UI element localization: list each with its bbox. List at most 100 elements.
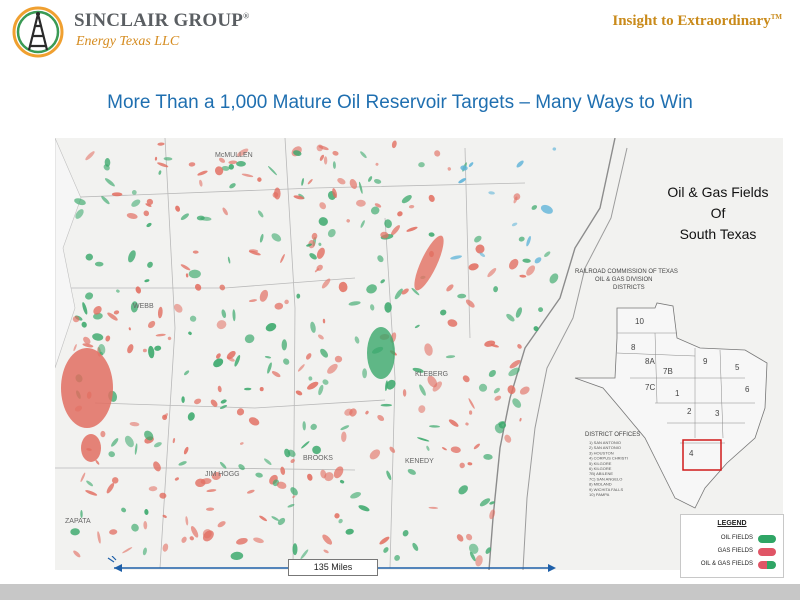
field-polygon [310, 423, 317, 430]
field-polygon [220, 399, 227, 404]
district-number: 8 [631, 343, 636, 352]
field-polygon [426, 445, 430, 451]
county-label-kleberg: KLEBERG [415, 371, 448, 378]
field-polygon [127, 344, 134, 354]
field-polygon [116, 289, 120, 293]
rrc-title-line-2: OIL & GAS DIVISION [595, 277, 652, 283]
field-polygon [445, 355, 456, 359]
field-polygon [236, 408, 245, 416]
legend-item-oil: OIL FIELDS [687, 534, 779, 544]
field-polygon [401, 195, 412, 204]
field-polygon [122, 547, 133, 554]
field-polygon [434, 150, 441, 157]
field-polygon [178, 461, 187, 466]
scale-bar-label: 135 Miles [288, 559, 378, 576]
field-polygon [308, 376, 313, 381]
field-polygon [284, 299, 289, 305]
field-polygon [366, 284, 377, 294]
field-polygon [236, 161, 246, 167]
field-polygon [368, 176, 373, 182]
field-polygon [157, 142, 165, 146]
field-polygon [466, 533, 473, 541]
field-polygon [327, 228, 336, 238]
field-polygon [467, 462, 473, 466]
field-polygon [153, 461, 161, 472]
field-polygon [248, 299, 258, 303]
field-polygon [552, 147, 557, 151]
field-polygon [142, 348, 147, 353]
scale-bar: 135 Miles [100, 555, 562, 580]
field-polygon [458, 485, 469, 495]
district-number: 10 [635, 317, 644, 326]
field-polygon [85, 490, 98, 496]
field-polygon [397, 211, 403, 217]
county-label-jim-hogg: JIM HOGG [205, 471, 240, 478]
field-polygon [244, 387, 252, 391]
oil-field-large [367, 327, 395, 379]
field-polygon [375, 162, 379, 166]
field-polygon [265, 322, 277, 332]
tagline: Insight to ExtraordinaryTM [612, 13, 782, 29]
field-polygon [448, 419, 459, 427]
field-polygon [131, 523, 139, 532]
field-polygon [206, 507, 215, 511]
field-polygon [526, 235, 531, 247]
legend-label-oil: OIL FIELDS [720, 535, 753, 541]
field-polygon [305, 353, 312, 360]
district-number: 9 [703, 357, 708, 366]
field-polygon [143, 210, 150, 217]
field-polygon [450, 446, 461, 453]
field-polygon [380, 279, 385, 284]
field-polygon [100, 430, 106, 438]
field-polygon [188, 269, 201, 279]
field-polygon [97, 531, 101, 544]
footer-bar [0, 584, 800, 600]
brand-name: SINCLAIR GROUP® [74, 10, 250, 31]
field-polygon [468, 263, 479, 271]
field-polygon [468, 398, 475, 409]
field-polygon [323, 156, 328, 165]
legend-swatch-oil-gas [758, 561, 776, 569]
field-polygon [280, 253, 285, 264]
field-polygon [292, 543, 298, 556]
field-polygon [259, 387, 264, 392]
field-polygon [356, 199, 366, 207]
field-polygon [267, 165, 278, 176]
field-polygon [154, 345, 162, 351]
field-polygon [362, 368, 367, 379]
field-polygon [507, 385, 516, 395]
field-polygon [295, 390, 303, 396]
field-polygon [406, 226, 418, 232]
field-polygon [185, 273, 189, 278]
field-polygon [189, 315, 197, 322]
field-polygon [319, 202, 327, 210]
field-polygon [384, 302, 392, 313]
slide-headline: More Than a 1,000 Mature Oil Reservoir T… [107, 92, 693, 113]
field-polygon [332, 150, 339, 156]
field-polygon [526, 265, 536, 276]
county-label-kenedy: KENEDY [405, 458, 434, 465]
field-polygon [180, 264, 191, 271]
field-polygon [106, 483, 115, 494]
field-polygon [146, 222, 152, 228]
field-polygon [440, 309, 447, 316]
field-polygon [473, 443, 481, 450]
field-polygon [159, 492, 167, 499]
field-polygon [414, 324, 420, 329]
field-polygon [82, 302, 88, 315]
field-polygon [244, 334, 255, 344]
field-polygon [197, 170, 208, 176]
field-polygon [147, 320, 156, 329]
field-polygon [257, 210, 264, 218]
field-polygon [236, 537, 248, 545]
field-polygon [301, 441, 310, 449]
field-polygon [549, 273, 559, 284]
field-polygon [81, 321, 87, 328]
field-polygon [180, 213, 189, 221]
field-polygon [348, 301, 361, 306]
county-boundaries [55, 138, 526, 569]
field-polygon [318, 217, 328, 226]
field-polygon [459, 462, 465, 469]
field-polygon [284, 448, 291, 458]
field-polygon [540, 204, 553, 214]
